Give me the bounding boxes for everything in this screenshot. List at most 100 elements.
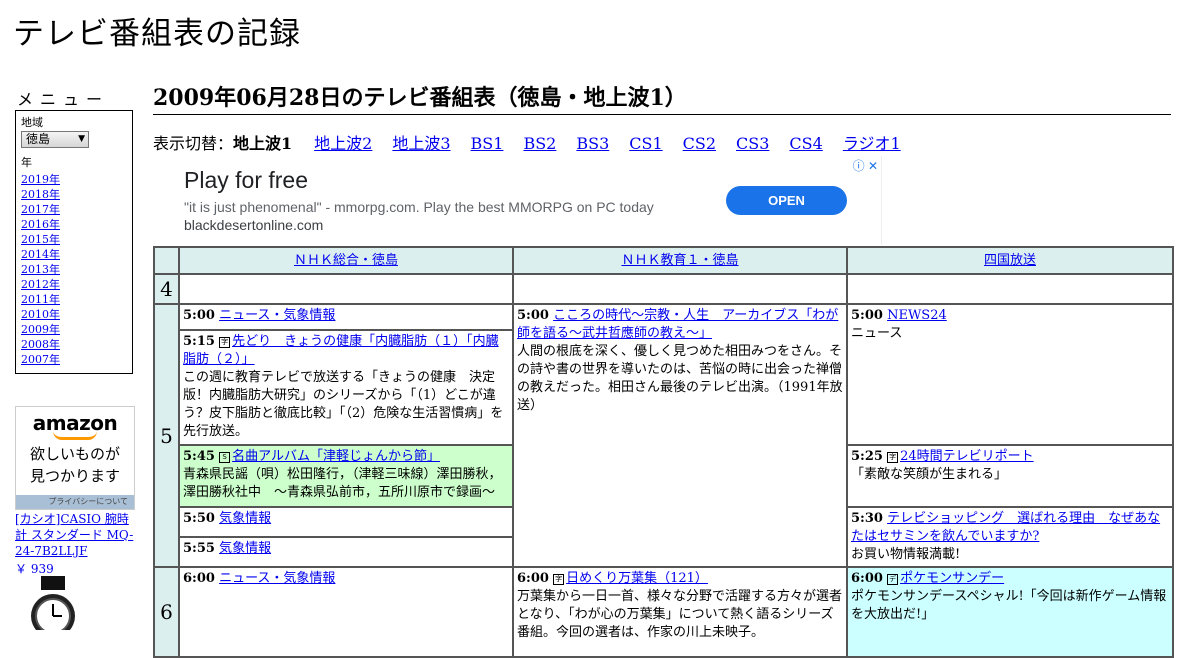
year-link-2013[interactable]: 2013年	[21, 263, 60, 276]
year-link-2018[interactable]: 2018年	[21, 188, 60, 201]
station-link-nhk-kyoiku[interactable]: ＮＨＫ教育１・徳島	[621, 253, 738, 268]
program-cell: 5:30 テレビショッピング 選ばれる理由 なぜあなたはセサミンを飲んでいますか…	[846, 506, 1174, 568]
year-link-2015[interactable]: 2015年	[21, 233, 60, 246]
corner-cell	[153, 246, 180, 275]
station-header: ＮＨＫ総合・徳島	[178, 246, 514, 275]
switch-link-cs3[interactable]: CS3	[736, 134, 769, 153]
hour-cell: 5	[153, 303, 180, 568]
region-select-value: 徳島	[26, 132, 51, 146]
amazon-ad-banner[interactable]: amazon 欲しいものが 見つかります プライバシーについて	[15, 406, 135, 510]
program-link[interactable]: 日めくり万葉集（121）	[566, 571, 708, 586]
data-broadcast-mark-icon: デ	[887, 574, 899, 585]
station-link-nhk-sogo[interactable]: ＮＨＫ総合・徳島	[294, 253, 398, 268]
year-link-2016[interactable]: 2016年	[21, 218, 60, 231]
program-link[interactable]: 名曲アルバム「津軽じょんから節」	[232, 449, 440, 464]
ad-headline[interactable]: Play for free	[184, 167, 308, 194]
switch-link-chijoha3[interactable]: 地上波3	[392, 134, 450, 153]
program-time: 5:30	[851, 511, 883, 526]
switcher-current: 地上波1	[233, 134, 293, 153]
program-link[interactable]: 24時間テレビリポート	[900, 449, 1034, 464]
program-link[interactable]: ニュース・気象情報	[219, 308, 335, 323]
year-link-2019[interactable]: 2019年	[21, 173, 60, 186]
program-link[interactable]: こころの時代～宗教・人生 アーカイブス「わが師を語る～武井哲應師の教え～」	[517, 308, 838, 341]
subtitle-mark-icon: 字	[887, 452, 899, 463]
year-link-2017[interactable]: 2017年	[21, 203, 60, 216]
schedule-table: ＮＨＫ総合・徳島 ＮＨＫ教育１・徳島 四国放送 4 5 5:00 ニュース・気象…	[153, 246, 1174, 658]
program-link[interactable]: ニュース・気象情報	[219, 571, 335, 586]
switch-link-cs1[interactable]: CS1	[629, 134, 662, 153]
program-description: この週に教育テレビで放送する「きょうの健康 決定版！内臓脂肪大研究」のシリーズか…	[183, 370, 504, 439]
program-description: 「素敵な笑顔が生まれる」	[851, 467, 1008, 482]
stereo-mark-icon: S	[219, 452, 231, 463]
empty-slot	[512, 273, 848, 305]
program-link[interactable]: 気象情報	[219, 511, 271, 526]
program-description: お買い物情報満載!	[851, 547, 961, 562]
subtitle-mark-icon: 字	[219, 337, 231, 348]
product-link[interactable]: [カシオ]CASIO 腕時計 スタンダード MQ-24-7B2LLJF	[15, 511, 137, 559]
program-cell: 5:50 気象情報	[178, 506, 514, 538]
switch-link-cs4[interactable]: CS4	[789, 134, 822, 153]
hour-cell: 6	[153, 566, 180, 658]
ad-body: "it is just phenomenal" - mmorpg.com. Pl…	[184, 199, 654, 215]
program-link[interactable]: ポケモンサンデー	[900, 571, 1004, 586]
program-time: 5:15	[183, 334, 215, 349]
program-link[interactable]: 気象情報	[219, 541, 271, 556]
product-price: ￥ 939	[15, 562, 54, 576]
ad-domain: blackdesertonline.com	[184, 217, 324, 233]
year-list: 2019年 2018年 2017年 2016年 2015年 2014年 2013…	[21, 172, 127, 367]
region-select[interactable]: 徳島 ▼	[21, 131, 89, 148]
chevron-down-icon: ▼	[78, 134, 85, 144]
program-link[interactable]: NEWS24	[887, 308, 947, 323]
year-link-2007[interactable]: 2007年	[21, 353, 60, 366]
station-link-shikoku-hoso[interactable]: 四国放送	[984, 253, 1036, 268]
station-header: 四国放送	[846, 246, 1174, 275]
ad-open-button[interactable]: OPEN	[726, 186, 847, 215]
program-link[interactable]: 先どり きょうの健康「内臓脂肪（１）「内臓脂肪（２）」	[183, 334, 499, 367]
program-cell: 5:15 字先どり きょうの健康「内臓脂肪（１）「内臓脂肪（２）」 この週に教育テ…	[178, 329, 514, 446]
program-cell: 6:00 字日めくり万葉集（121） 万葉集から一日一首、様々な分野で活躍する方々…	[512, 566, 848, 658]
subtitle-mark-icon: 字	[553, 574, 565, 585]
program-link[interactable]: テレビショッピング 選ばれる理由 なぜあなたはセサミンを飲んでいますか?	[851, 511, 1160, 544]
program-cell: 5:55 気象情報	[178, 536, 514, 568]
amazon-logo: amazon	[32, 411, 118, 435]
switch-link-bs1[interactable]: BS1	[471, 134, 504, 153]
year-link-2010[interactable]: 2010年	[21, 308, 60, 321]
program-time: 5:00	[851, 308, 883, 323]
site-title: テレビ番組表の記録	[13, 16, 301, 52]
switch-link-radio1[interactable]: ラジオ1	[843, 134, 901, 153]
amazon-privacy-link[interactable]: プライバシーについて	[16, 495, 134, 509]
program-time: 5:50	[183, 511, 215, 526]
empty-slot	[178, 273, 514, 305]
year-link-2012[interactable]: 2012年	[21, 278, 60, 291]
switch-link-chijoha2[interactable]: 地上波2	[314, 134, 372, 153]
menu-box: 地域 徳島 ▼ 年 2019年 2018年 2017年 2016年 2015年 2…	[15, 110, 133, 374]
amazon-tagline-line1: 欲しいものが	[29, 445, 120, 463]
year-link-2008[interactable]: 2008年	[21, 338, 60, 351]
year-link-2011[interactable]: 2011年	[21, 293, 60, 306]
program-time: 5:00	[517, 308, 549, 323]
year-link-2009[interactable]: 2009年	[21, 323, 60, 336]
switch-link-bs3[interactable]: BS3	[576, 134, 609, 153]
switch-link-cs2[interactable]: CS2	[683, 134, 716, 153]
year-label: 年	[21, 156, 32, 169]
page-title: 2009年06月28日のテレビ番組表（徳島・地上波1）	[153, 82, 1171, 115]
program-cell: 5:00 ニュース・気象情報	[178, 303, 514, 331]
year-link-2014[interactable]: 2014年	[21, 248, 60, 261]
program-cell: 6:00 デポケモンサンデー ポケモンサンデースペシャル!「今回は新作ゲーム情報を…	[846, 566, 1174, 658]
watch-image[interactable]	[18, 576, 88, 630]
program-time: 5:55	[183, 541, 215, 556]
program-time: 6:00	[851, 571, 883, 586]
program-description: 青森県民謡（唄）松田隆行，（津軽三味線）澤田勝秋，澤田勝秋社中 ～青森県弘前市，…	[183, 467, 502, 500]
program-time: 6:00	[183, 571, 215, 586]
program-time: 5:25	[851, 449, 883, 464]
program-description: 人間の根底を深く、優しく見つめた相田みつをさん。その詩や書の世界を導いたのは、苦…	[517, 344, 843, 413]
hour-cell: 4	[153, 273, 180, 305]
ad-choices-icon[interactable]: ⓘ ✕	[853, 157, 878, 174]
switch-link-bs2[interactable]: BS2	[523, 134, 556, 153]
program-description: 万葉集から一日一首、様々な分野で活躍する方々が選者となり、「わが心の万葉集」につ…	[517, 589, 843, 640]
google-ad-banner[interactable]: Play for free "it is just phenomenal" - …	[153, 156, 882, 245]
program-time: 5:45	[183, 449, 215, 464]
station-header: ＮＨＫ教育１・徳島	[512, 246, 848, 275]
switcher-label: 表示切替：	[153, 134, 234, 153]
program-cell: 5:00 こころの時代～宗教・人生 アーカイブス「わが師を語る～武井哲應師の教え…	[512, 303, 848, 568]
